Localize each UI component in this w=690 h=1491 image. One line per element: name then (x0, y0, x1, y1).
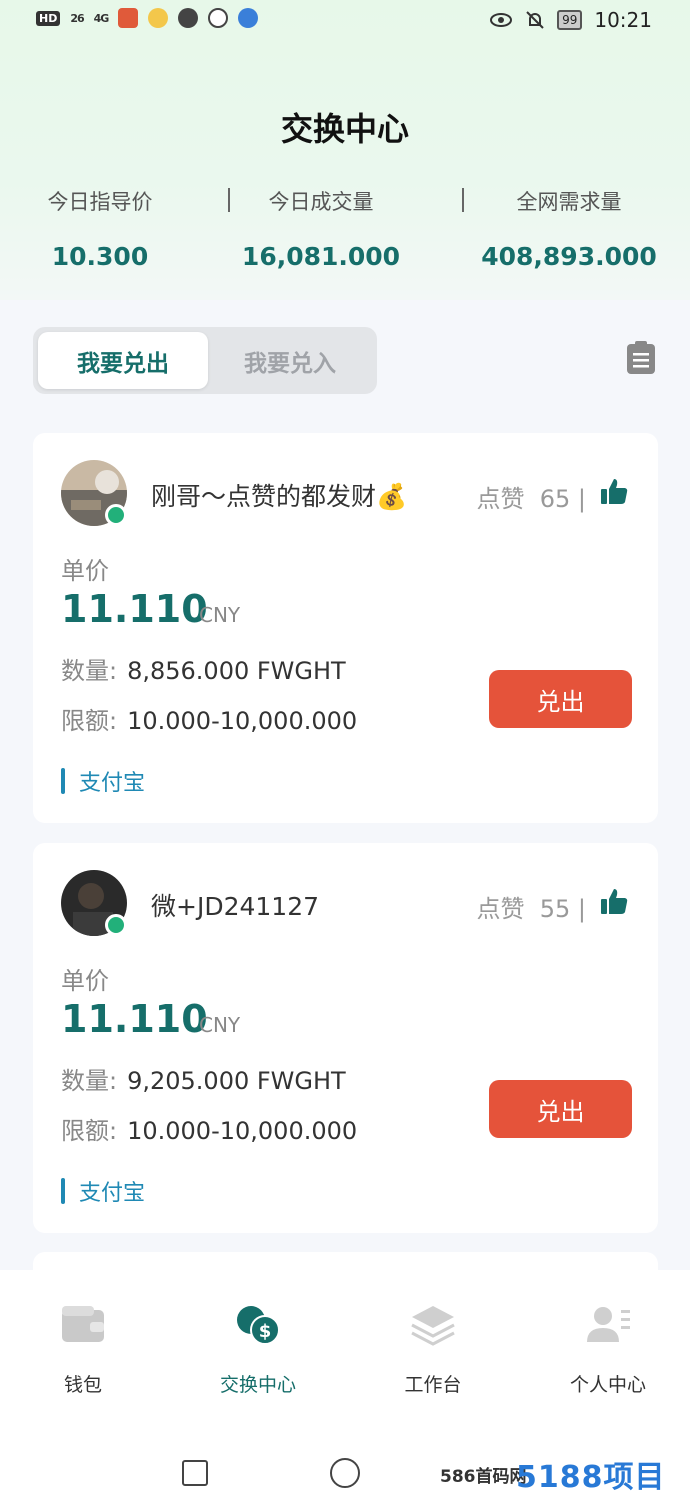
tab-label: 钱包 (63, 1374, 102, 1396)
limit-label: 限额: (61, 707, 118, 735)
limit-row: 限额: 10.000-10,000.000 (61, 1111, 357, 1146)
seller-name: 微+JD241127 (151, 892, 320, 921)
hd-icon: HD (36, 10, 61, 26)
page-title: 交换中心 (280, 110, 409, 148)
unit-price: 11.110 (61, 997, 208, 1041)
stat-label: 全网需求量 (516, 190, 622, 214)
payment-method: 支付宝 (61, 1175, 145, 1207)
battery-icon: 99 (557, 10, 583, 30)
likes-value: 65 | (539, 485, 586, 513)
tab-label: 个人中心 (569, 1374, 646, 1396)
orders-list-icon[interactable] (625, 340, 657, 376)
quantity-row: 数量: 8,856.000 FWGHT (61, 651, 346, 686)
currency: CNY (199, 603, 241, 627)
price-label: 单价 (61, 967, 109, 995)
svg-text:$: $ (259, 1321, 272, 1342)
trade-direction-toggle: 我要兑出 我要兑入 (33, 327, 377, 394)
payment-label: 支付宝 (79, 771, 146, 796)
avatar-notification-icon (148, 8, 169, 28)
payment-label: 支付宝 (79, 1181, 146, 1206)
tab-wallet[interactable]: 钱包 (13, 1300, 153, 1397)
mute-bell-icon (526, 11, 544, 29)
stat-value: 16,081.000 (241, 242, 401, 271)
quantity-label: 数量: (61, 1067, 118, 1095)
eye-icon (490, 13, 513, 27)
limit-label: 限额: (61, 1117, 118, 1145)
thumbs-up-icon[interactable] (600, 477, 628, 505)
stat-volume: 今日成交量 16,081.000 (241, 186, 401, 271)
bottom-tab-bar: 钱包 $ 交换中心 工作台 个人中心 (0, 1270, 690, 1430)
currency: CNY (199, 1013, 241, 1037)
user-icon (587, 1307, 630, 1342)
system-nav-bar: 586首码网 5188项目网 (0, 1430, 690, 1491)
limit-value: 10.000-10,000.000 (127, 1117, 358, 1145)
sell-button[interactable]: 兑出 (489, 670, 632, 728)
wallet-icon (62, 1306, 104, 1342)
stat-divider (462, 188, 464, 212)
likes-value: 55 | (539, 895, 586, 923)
stat-divider (228, 188, 230, 212)
stat-label: 今日成交量 (268, 190, 374, 214)
watermark-logo: 5188项目网 (516, 1460, 666, 1491)
payment-bar (61, 768, 65, 794)
payment-bar (61, 1178, 65, 1204)
quantity-label: 数量: (61, 657, 118, 685)
stat-guide-price: 今日指导价 10.300 (30, 186, 170, 271)
stat-demand: 全网需求量 408,893.000 (480, 186, 658, 271)
message-icon (178, 8, 199, 28)
clock: 10:21 (594, 8, 652, 32)
price-label: 单价 (61, 557, 109, 585)
quantity-row: 数量: 9,205.000 FWGHT (61, 1061, 346, 1096)
recent-apps-button[interactable] (182, 1460, 208, 1486)
stat-value: 408,893.000 (481, 242, 657, 271)
unit-price: 11.110 (61, 587, 208, 631)
sell-button[interactable]: 兑出 (489, 1080, 632, 1138)
tab-buy-in[interactable]: 我要兑入 (205, 332, 375, 389)
online-indicator (105, 504, 127, 526)
seller-name: 刚哥～点赞的都发财💰 (151, 482, 408, 511)
app-notification-icon (118, 8, 139, 28)
quantity-value: 8,856.000 FWGHT (127, 657, 346, 685)
exchange-icon: $ (237, 1306, 280, 1345)
hand-icon (208, 8, 229, 28)
status-bar: HD 26 4G 99 10:21 (0, 0, 690, 40)
tab-sell-out[interactable]: 我要兑出 (38, 332, 208, 389)
tab-label: 交换中心 (219, 1374, 296, 1396)
watermark-text: 586首码网 (440, 1467, 527, 1487)
signal-icon: 26 (70, 11, 84, 25)
order-card: 刚哥～点赞的都发财💰 点赞 65 | 单价 11.110 CNY 数量: 8,85… (33, 433, 658, 823)
limit-row: 限额: 10.000-10,000.000 (61, 701, 357, 736)
likes-count: 点赞 55 | (476, 889, 586, 924)
tab-workbench[interactable]: 工作台 (363, 1300, 503, 1397)
signal-4g-icon: 4G (93, 11, 110, 25)
likes-label: 点赞 (476, 485, 525, 513)
stat-value: 10.300 (51, 242, 149, 271)
limit-value: 10.000-10,000.000 (127, 707, 358, 735)
order-card: 微+JD241127 点赞 55 | 单价 11.110 CNY 数量: 9,20… (33, 843, 658, 1233)
tab-exchange[interactable]: $ 交换中心 (188, 1300, 328, 1397)
tab-profile[interactable]: 个人中心 (538, 1300, 678, 1397)
payment-method: 支付宝 (61, 765, 145, 797)
quantity-value: 9,205.000 FWGHT (127, 1067, 346, 1095)
browser-icon (238, 8, 259, 28)
home-button[interactable] (330, 1458, 360, 1488)
likes-label: 点赞 (476, 895, 525, 923)
stat-label: 今日指导价 (47, 190, 153, 214)
layers-icon (411, 1306, 455, 1346)
thumbs-up-icon[interactable] (600, 887, 628, 915)
tab-label: 工作台 (404, 1374, 462, 1396)
likes-count: 点赞 65 | (476, 479, 586, 514)
online-indicator (105, 914, 127, 936)
